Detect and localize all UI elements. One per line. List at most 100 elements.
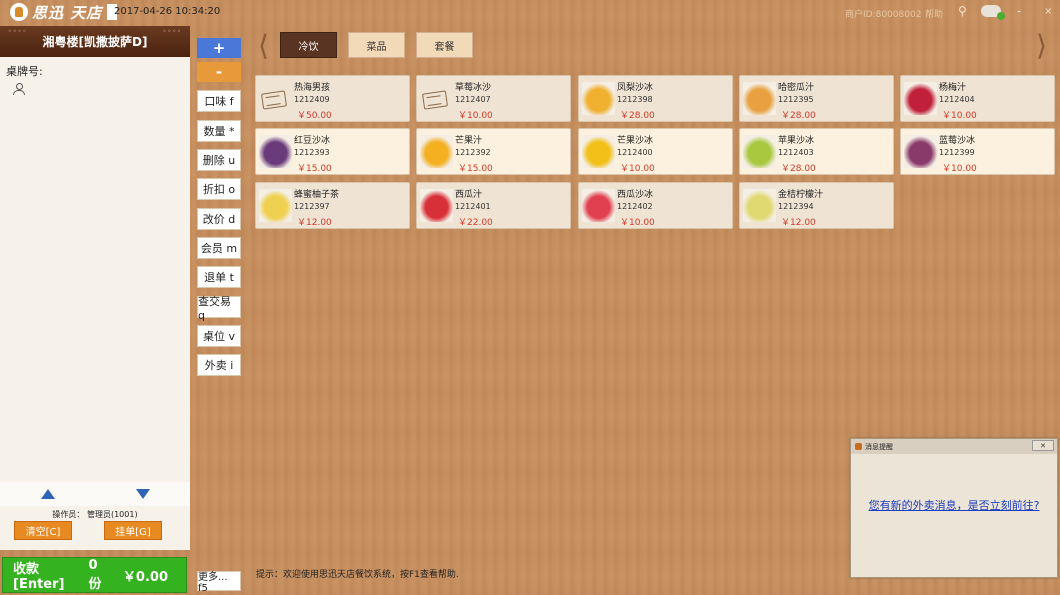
store-name: 湘粤楼[凯撒披萨D] xyxy=(42,35,148,49)
dish-card[interactable]: 红豆沙冰 1212393 ￥15.00 xyxy=(255,128,410,175)
dish-card[interactable]: 苹果沙冰 1212403 ￥28.00 xyxy=(739,128,894,175)
delete-button[interactable]: 删除 u xyxy=(197,149,241,171)
dish-card[interactable]: 热海男孩 1212409 ￥50.00 xyxy=(255,75,410,122)
dish-image xyxy=(582,82,615,115)
message-icon xyxy=(855,443,862,450)
store-header: ◦◦◦◦ 湘粤楼[凯撒披萨D] ◦◦◦◦ xyxy=(0,26,190,57)
dish-name: 凤梨沙冰 xyxy=(617,83,654,93)
tab-cold-drinks[interactable]: 冷饮 xyxy=(280,32,337,58)
dish-card[interactable]: 西瓜沙冰 1212402 ￥10.00 xyxy=(578,182,733,229)
dish-name: 热海男孩 xyxy=(294,83,331,93)
dish-name: 蜂蜜柚子茶 xyxy=(294,190,340,200)
dish-price: ￥12.00 xyxy=(297,218,332,228)
dish-price: ￥22.00 xyxy=(458,218,493,228)
hold-order-button[interactable]: 挂单[G] xyxy=(104,521,162,540)
item-count: 0份 xyxy=(88,558,102,592)
dish-card[interactable]: 西瓜汁 1212401 ￥22.00 xyxy=(416,182,571,229)
dish-code: 1212392 xyxy=(455,148,491,157)
decrease-button[interactable]: - xyxy=(197,62,241,82)
dish-code: 1212393 xyxy=(294,148,330,157)
member-button[interactable]: 会员 m xyxy=(197,237,241,259)
notification-popup: 消息提醒 ✕ 您有新的外卖消息，是否立刻前往? xyxy=(850,438,1058,578)
dish-price: ￥10.00 xyxy=(942,164,977,174)
help-link[interactable]: 帮助 xyxy=(925,7,943,20)
tab-combos[interactable]: 套餐 xyxy=(416,32,473,58)
prev-category-icon[interactable]: ⟨ xyxy=(258,32,269,60)
dish-card[interactable]: 芒果沙冰 1212400 ￥10.00 xyxy=(578,128,733,175)
increase-button[interactable]: + xyxy=(197,38,241,58)
dish-card[interactable]: 蜂蜜柚子茶 1212397 ￥12.00 xyxy=(255,182,410,229)
dish-price: ￥10.00 xyxy=(458,111,493,121)
dish-card[interactable]: 草莓冰沙 1212407 ￥10.00 xyxy=(416,75,571,122)
dish-price: ￥10.00 xyxy=(620,164,655,174)
table-button[interactable]: 桌位 v xyxy=(197,325,241,347)
operator-label: 操作员： 管理员(1001) xyxy=(52,510,138,519)
close-button[interactable]: × xyxy=(1044,6,1052,17)
checkout-label: 收款[Enter] xyxy=(13,562,65,592)
change-price-button[interactable]: 改价 d xyxy=(197,208,241,230)
dish-image xyxy=(582,189,615,222)
popup-close-button[interactable]: ✕ xyxy=(1032,440,1054,451)
dish-code: 1212407 xyxy=(455,95,491,104)
takeout-button[interactable]: 外卖 i xyxy=(197,354,241,376)
more-button[interactable]: 更多... f5 xyxy=(197,571,241,594)
merchant-id: 商户ID:80008002 xyxy=(845,10,922,20)
dish-image xyxy=(259,135,292,168)
dish-price: ￥15.00 xyxy=(297,164,332,174)
dish-price: ￥10.00 xyxy=(620,218,655,228)
header-decoration-icon: ◦◦◦◦ xyxy=(162,28,182,35)
dish-code: 1212403 xyxy=(778,148,814,157)
tab-dishes[interactable]: 菜品 xyxy=(348,32,405,58)
dish-code: 1212404 xyxy=(939,95,975,104)
refund-button[interactable]: 退单 t xyxy=(197,266,241,288)
dish-code: 1212397 xyxy=(294,202,330,211)
dish-name: 杨梅汁 xyxy=(939,83,967,93)
datetime: 2017-04-26 10:34:20 xyxy=(114,6,221,17)
dish-name: 红豆沙冰 xyxy=(294,136,331,146)
dish-card[interactable]: 蓝莓沙冰 1212399 ￥10.00 xyxy=(900,128,1055,175)
minimize-button[interactable]: - xyxy=(1017,4,1021,18)
dish-price: ￥28.00 xyxy=(781,111,816,121)
transaction-query-button[interactable]: 查交易 q xyxy=(197,295,241,322)
logo-text: 思迅 天店 xyxy=(32,3,103,22)
scroll-down-icon[interactable] xyxy=(136,489,150,499)
table-number-label[interactable]: 桌牌号: xyxy=(6,63,43,79)
dish-code: 1212402 xyxy=(617,202,653,211)
discount-button[interactable]: 折扣 o xyxy=(197,178,241,200)
dish-code: 1212399 xyxy=(939,148,975,157)
dish-price: ￥12.00 xyxy=(781,218,816,228)
dish-code: 1212394 xyxy=(778,202,814,211)
dish-image xyxy=(904,135,937,168)
logo-icon xyxy=(10,3,28,21)
dish-name: 西瓜沙冰 xyxy=(617,190,654,200)
header-decoration-icon: ◦◦◦◦ xyxy=(8,28,28,35)
next-category-icon[interactable]: ⟩ xyxy=(1036,32,1047,60)
user-icon[interactable] xyxy=(13,83,25,95)
dish-card[interactable]: 金桔柠檬汁 1212394 ￥12.00 xyxy=(739,182,894,229)
dish-card[interactable]: 哈密瓜汁 1212395 ￥28.00 xyxy=(739,75,894,122)
quantity-button[interactable]: 数量 * xyxy=(197,120,241,142)
dish-price: ￥28.00 xyxy=(620,111,655,121)
dish-card[interactable]: 杨梅汁 1212404 ￥10.00 xyxy=(900,75,1055,122)
popup-titlebar: 消息提醒 xyxy=(851,439,1057,454)
clear-button[interactable]: 清空[C] xyxy=(14,521,72,540)
checkout-button[interactable]: 收款[Enter] 0份 ￥0.00 xyxy=(2,557,187,593)
dish-placeholder-icon xyxy=(420,82,453,115)
dish-image xyxy=(420,135,453,168)
flavor-button[interactable]: 口味 f xyxy=(197,90,241,112)
online-status-icon xyxy=(997,12,1005,20)
dish-image xyxy=(743,82,776,115)
dish-name: 芒果汁 xyxy=(455,136,483,146)
order-list[interactable] xyxy=(0,106,190,481)
title-bar: 思迅 天店 2017-04-26 10:34:20 商户ID:80008002 … xyxy=(0,0,1060,24)
dish-card[interactable]: 芒果汁 1212392 ￥15.00 xyxy=(416,128,571,175)
dish-price: ￥10.00 xyxy=(942,111,977,121)
dish-code: 1212409 xyxy=(294,95,330,104)
dish-price: ￥50.00 xyxy=(297,111,332,121)
popup-title: 消息提醒 xyxy=(865,442,893,451)
dish-price: ￥15.00 xyxy=(458,164,493,174)
search-icon[interactable]: ⚲ xyxy=(958,4,967,18)
dish-card[interactable]: 凤梨沙冰 1212398 ￥28.00 xyxy=(578,75,733,122)
takeout-notification-link[interactable]: 您有新的外卖消息，是否立刻前往? xyxy=(851,497,1057,513)
scroll-up-icon[interactable] xyxy=(41,489,55,499)
